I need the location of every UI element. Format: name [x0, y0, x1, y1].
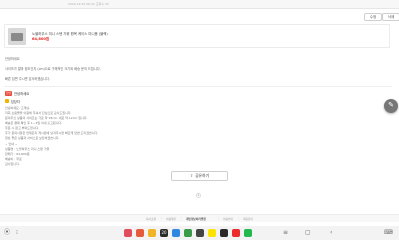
footer-link-terms[interactable]: 이용약관 — [166, 217, 176, 221]
write-fab-pencil-icon[interactable]: ✎ — [384, 99, 398, 113]
post-line: 안녕하세요 — [5, 57, 20, 61]
footer-separator: | — [161, 217, 162, 220]
reply-line: 저희 쇼핑몰을 이용해 주셔서 진심으로 감사드립니다. — [5, 111, 72, 115]
chrome-app-icon[interactable] — [184, 229, 192, 237]
footer-separator: | — [181, 217, 182, 220]
back-icon[interactable]: ‹ — [330, 229, 332, 237]
calendar-app-icon[interactable] — [136, 229, 144, 237]
delete-button[interactable]: 삭제 — [382, 13, 399, 21]
reply-line: 배송은 결제 확인 후 1~3일 이내 출고됩니다. — [5, 121, 63, 125]
phone-app-icon[interactable] — [172, 229, 180, 237]
camera-app-icon[interactable] — [196, 229, 204, 237]
footer-separator: | — [238, 217, 239, 220]
reply-line: 안녕하세요, 고객님. — [5, 106, 30, 110]
edit-button[interactable]: 수정 — [364, 13, 382, 21]
divider — [4, 86, 392, 87]
page-content: 2020.12.09 06:22 조회수 35 수정 삭제 노블하우스 미니 스… — [0, 0, 399, 226]
post-line: 사이즈가 얼마 정도인지 (cm)으로 구체적인 크기와 배송 문의 드립니다. — [5, 67, 101, 71]
reply-line: 추가 문의사항은 언제든지 게시판에 남겨주시면 빠르게 답변 드리겠습니다. — [5, 131, 99, 135]
post-meta-bar: 2020.12.09 06:22 조회수 35 — [0, 0, 399, 9]
messages-app-icon[interactable] — [148, 229, 156, 237]
recent-apps-icon[interactable]: ⦿ — [4, 229, 10, 237]
app-drawer-icon[interactable]: ⁝ — [16, 229, 18, 237]
home-square-icon[interactable]: ▢ — [305, 229, 311, 237]
post-meta: 2020.12.09 06:22 조회수 35 — [68, 2, 109, 6]
reply-line: 감사합니다. — [5, 162, 20, 166]
gallery-app-icon[interactable] — [124, 229, 132, 237]
product-thumbnail[interactable] — [8, 28, 26, 45]
reply-line: 배송비 : 무료 — [5, 157, 22, 161]
footer-separator: | — [218, 217, 219, 220]
footer-links: 회사소개 | 이용약관 | 개인정보처리방침 | 이용안내 | 제휴문의 — [0, 214, 399, 222]
reply-line: 상품명 : 노블하우스 미니 스탠 가위 — [5, 147, 50, 151]
reply-line: 판매가 : 64,800원 — [5, 152, 30, 156]
footer-link-about[interactable]: 회사소개 — [146, 217, 156, 221]
naver-app-icon[interactable] — [244, 229, 252, 237]
share-label: 공유하기 — [195, 173, 210, 178]
admin-badge-icon — [5, 99, 9, 103]
reply-line: 문의주신 상품의 사이즈는 가로 약 18cm, 세로 약 12cm 입니다. — [5, 116, 88, 120]
menu-lines-icon[interactable]: ≡ — [283, 229, 288, 237]
date-app-icon[interactable]: 20 — [160, 229, 168, 237]
youtube-app-icon[interactable] — [232, 229, 240, 237]
product-name[interactable]: 노블하우스 미니 스탠 가위 원목 케이스 미니용 (블랙) — [32, 31, 108, 36]
footer-link-partnership[interactable]: 제휴문의 — [243, 217, 253, 221]
page-indicator[interactable]: 1 — [196, 193, 201, 198]
footer-link-privacy[interactable]: 개인정보처리방침 — [186, 217, 206, 221]
share-icon: ⇪ — [189, 173, 194, 178]
reply-title: 안녕하세요 — [14, 92, 30, 96]
product-card[interactable]: 노블하우스 미니 스탠 가위 원목 케이스 미니용 (블랙) 64,800원 — [4, 24, 390, 48]
post-line: 빠른 답변 주시면 감사하겠습니다. — [5, 77, 51, 81]
share-button[interactable]: ⇪ 공유하기 — [171, 171, 228, 181]
reply-line: 주문 시 참고 부탁드립니다. — [5, 126, 40, 130]
reply-author: 담당자 — [11, 100, 20, 104]
footer-link-guide[interactable]: 이용안내 — [223, 217, 233, 221]
keyboard-toggle-icon[interactable]: ⌨ — [384, 229, 393, 237]
android-taskbar: ⦿ ⁝ 20 ≡ ▢ ‹ ⌨ — [0, 226, 399, 240]
kakao-app-icon[interactable] — [208, 229, 216, 237]
play-store-app-icon[interactable] — [220, 229, 228, 237]
product-price: 64,800원 — [32, 37, 50, 41]
reply-tag: 답변 — [5, 91, 12, 96]
reply-line: 항상 좋은 상품과 서비스로 보답하겠습니다. — [5, 136, 60, 140]
reply-line: ~ 안내 ~ — [5, 142, 18, 146]
